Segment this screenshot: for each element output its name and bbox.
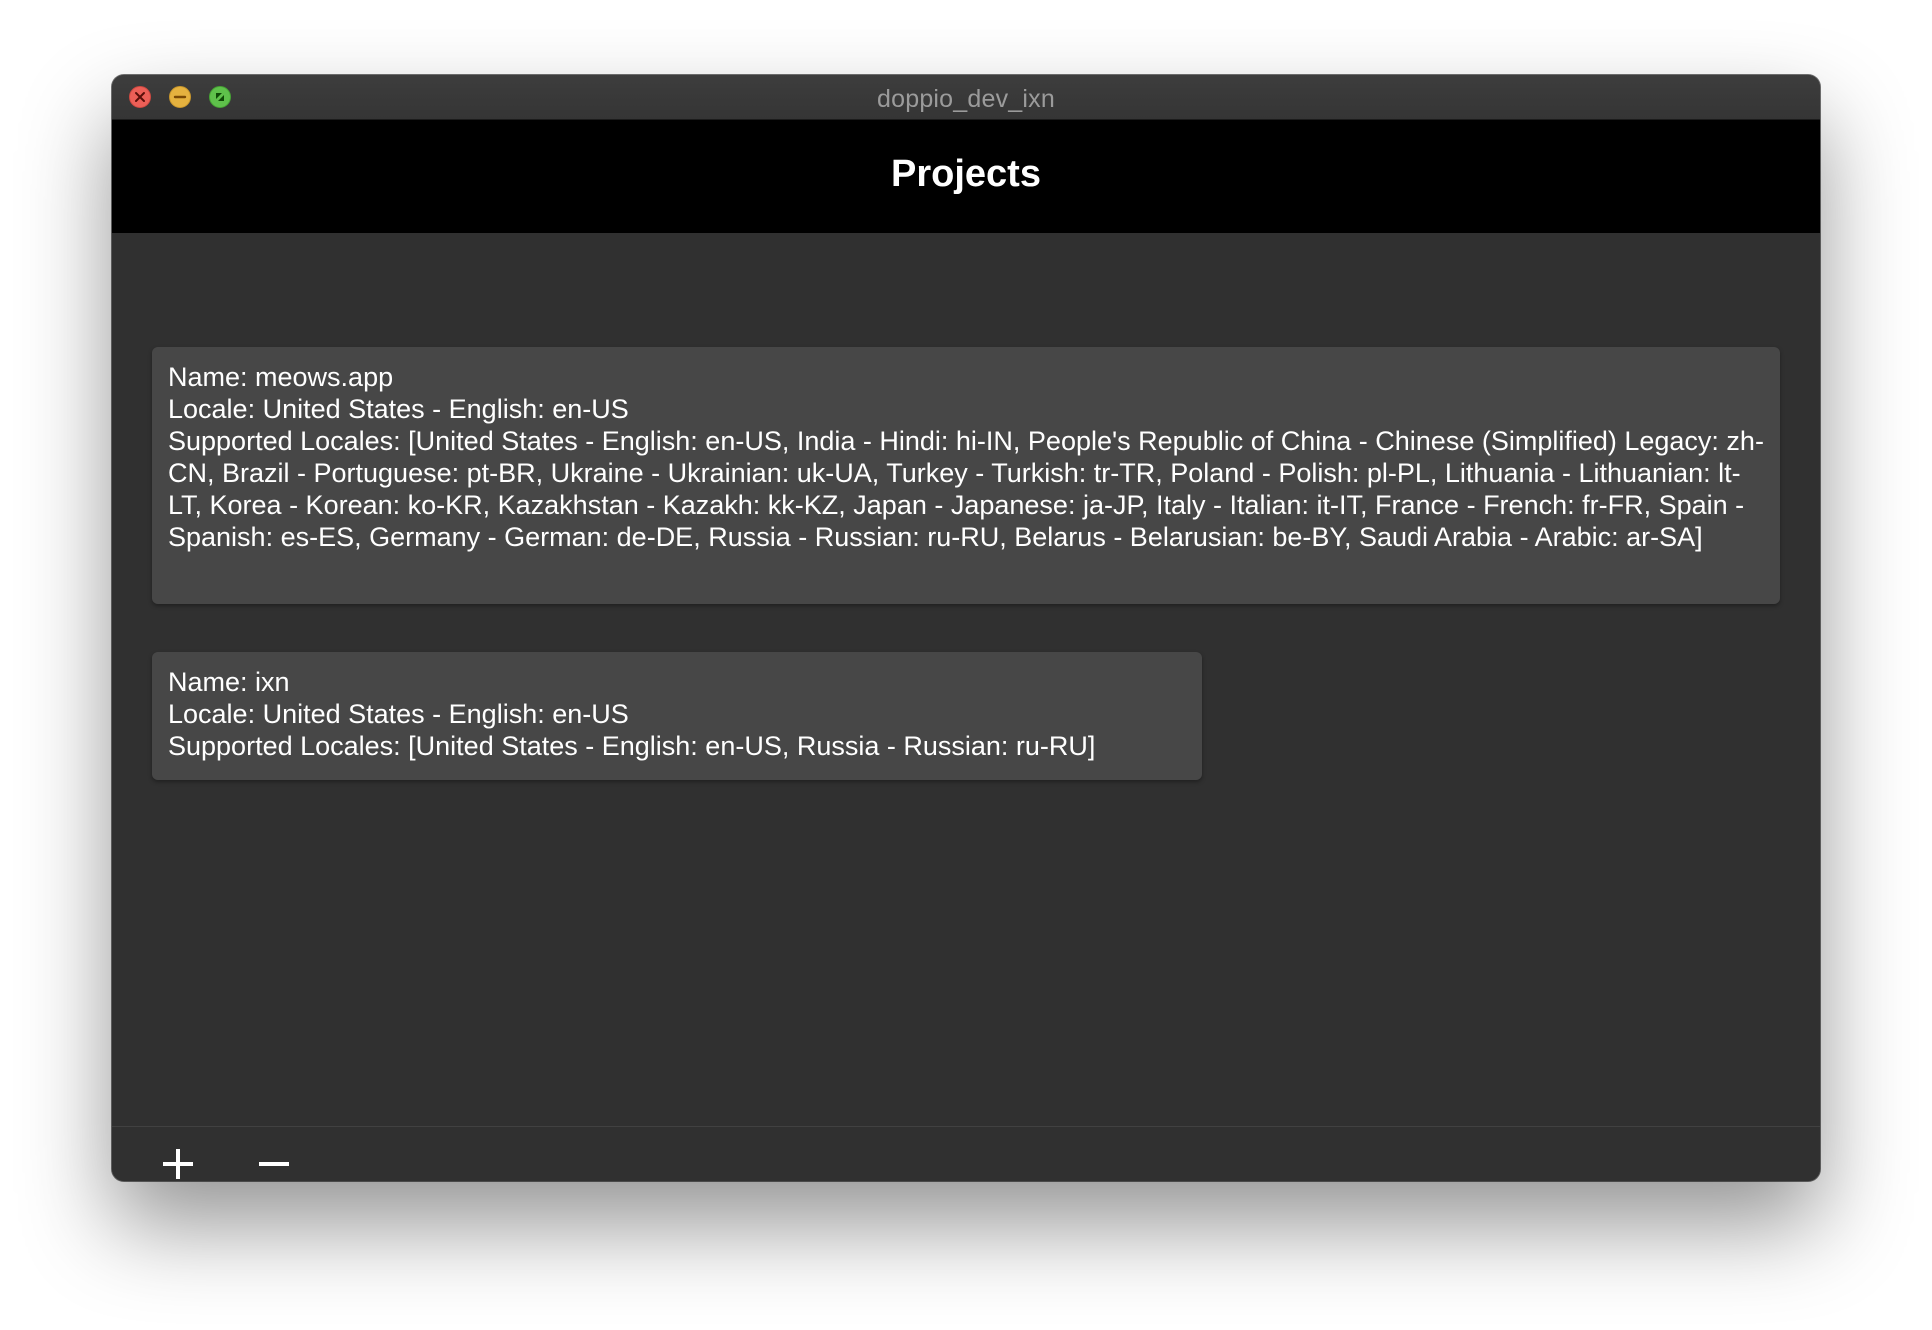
project-supported-locales: Supported Locales: [United States - Engl… [168, 731, 1096, 761]
plus-icon [163, 1149, 193, 1179]
bottom-toolbar [112, 1126, 1820, 1181]
header-bar: Projects [112, 120, 1820, 233]
window-title: doppio_dev_ixn [877, 85, 1055, 113]
title-bar[interactable]: doppio_dev_ixn [112, 75, 1820, 120]
remove-project-button[interactable] [252, 1142, 296, 1181]
add-project-button[interactable] [156, 1142, 200, 1181]
minus-icon [259, 1162, 289, 1166]
project-card-meows-app[interactable]: Name: meows.app Locale: United States - … [152, 347, 1780, 604]
project-list: Name: meows.app Locale: United States - … [112, 233, 1820, 1125]
project-name: Name: ixn [168, 667, 290, 697]
project-locale: Locale: United States - English: en-US [168, 394, 629, 424]
app-window: doppio_dev_ixn Projects Name: meows.app … [112, 75, 1820, 1181]
project-supported-locales: Supported Locales: [United States - Engl… [168, 426, 1764, 552]
page-title: Projects [891, 153, 1041, 195]
project-locale: Locale: United States - English: en-US [168, 699, 629, 729]
project-card-ixn[interactable]: Name: ixn Locale: United States - Englis… [152, 652, 1202, 780]
project-name: Name: meows.app [168, 362, 394, 392]
